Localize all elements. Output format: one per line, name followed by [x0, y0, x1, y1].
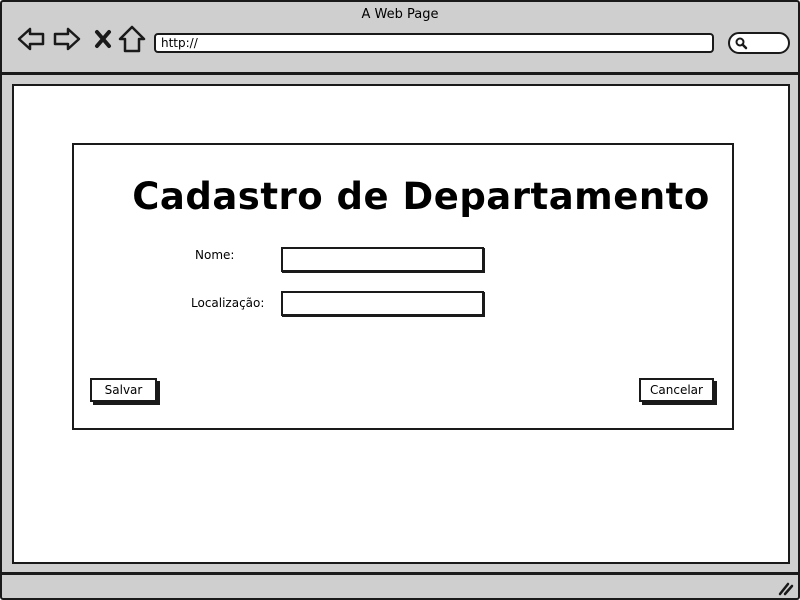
toolbar-divider: [2, 72, 798, 75]
localizacao-label: Localização:: [191, 296, 265, 310]
form-title: Cadastro de Departamento: [132, 175, 710, 218]
stop-icon[interactable]: [88, 24, 118, 54]
browser-window: A Web Page http:// Cadastro de Departame…: [0, 0, 800, 600]
back-arrow-icon[interactable]: [16, 24, 46, 54]
page-viewport: Cadastro de Departamento Nome: Localizaç…: [12, 84, 790, 564]
nome-label: Nome:: [195, 248, 235, 262]
window-title: A Web Page: [361, 7, 439, 22]
forward-arrow-icon[interactable]: [52, 24, 82, 54]
nome-input[interactable]: [281, 247, 484, 272]
form-panel: Cadastro de Departamento Nome: Localizaç…: [72, 143, 734, 430]
address-bar[interactable]: http://: [154, 33, 714, 53]
search-field[interactable]: [728, 32, 790, 54]
resize-grip-icon[interactable]: [778, 580, 794, 596]
search-icon: [735, 37, 748, 50]
statusbar-divider: [2, 572, 798, 575]
salvar-button[interactable]: Salvar: [90, 378, 157, 402]
home-icon[interactable]: [117, 24, 147, 54]
localizacao-input[interactable]: [281, 291, 484, 316]
cancelar-button[interactable]: Cancelar: [639, 378, 714, 402]
